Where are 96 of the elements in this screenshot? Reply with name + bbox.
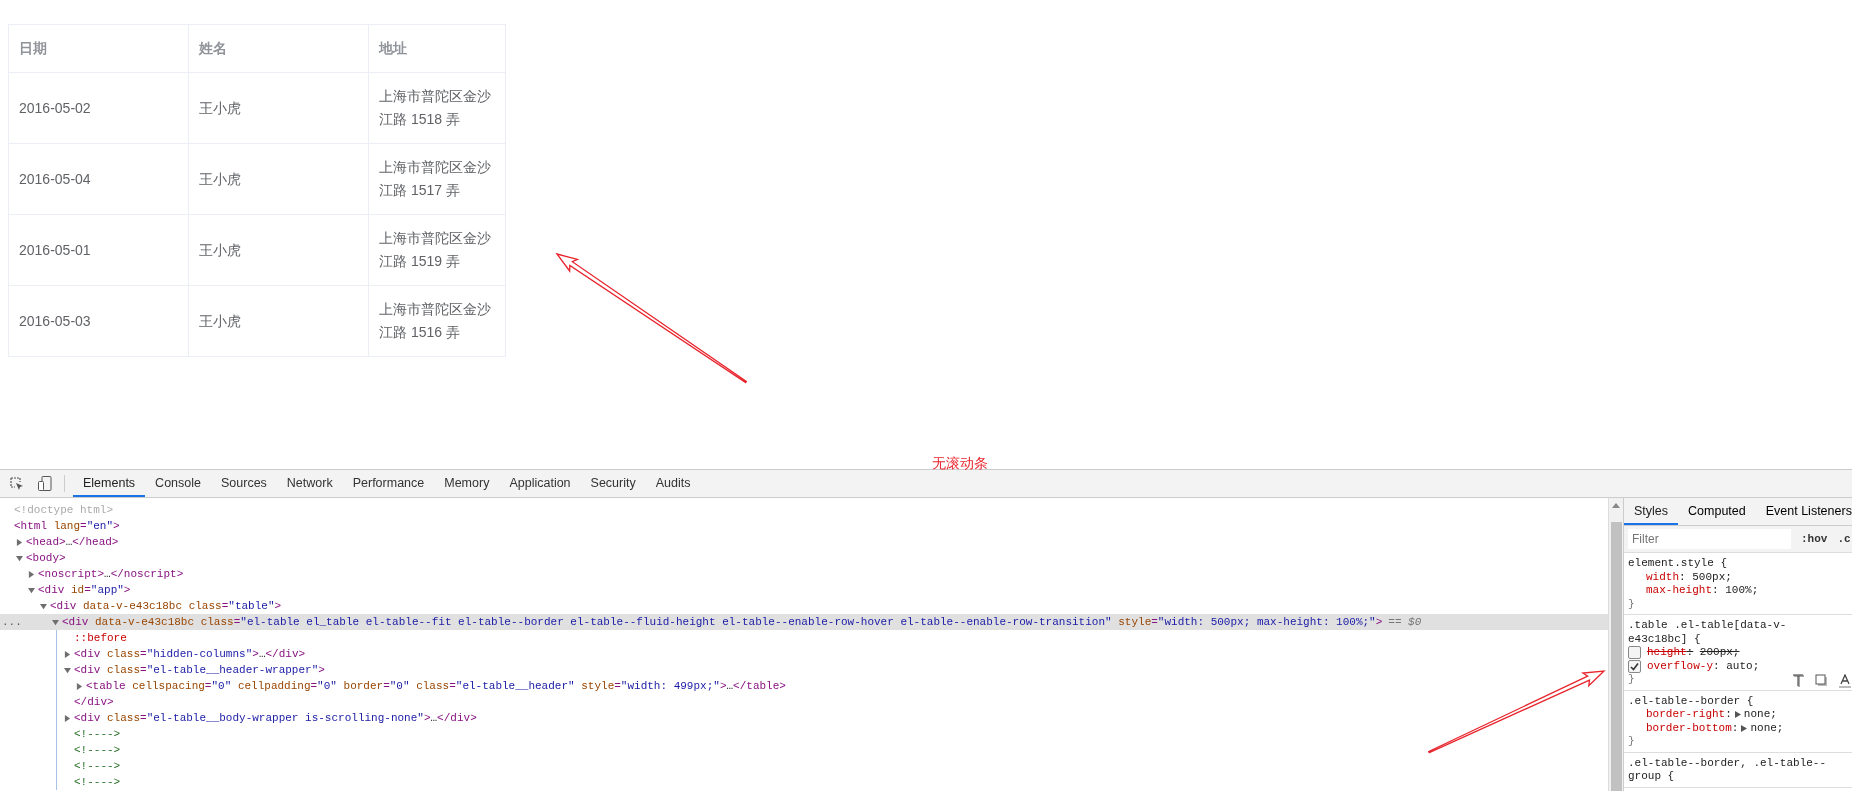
devtools-tab[interactable]: Security: [580, 470, 646, 497]
more-button[interactable]: ...: [2, 614, 22, 630]
checkbox[interactable]: [1628, 646, 1641, 660]
property-name: border-right: [1646, 708, 1726, 722]
property-colon: :: [1725, 708, 1732, 722]
expand-triangle-icon[interactable]: [76, 682, 83, 690]
table-cell: 上海市普陀区金沙江路 1518 弄: [368, 72, 506, 144]
column-header: 日期: [8, 24, 189, 73]
code-line: <div class="el-table__body-wrapper is-scrolling-none">…</div>: [74, 711, 477, 726]
expand-triangle-icon[interactable]: [16, 538, 23, 546]
table-cell: 2016-05-02: [8, 72, 189, 144]
checkbox[interactable]: [1628, 659, 1641, 673]
code-line: <!---->: [74, 727, 121, 742]
filter-field[interactable]: Filter: [1628, 529, 1791, 549]
scrollbar[interactable]: [1608, 498, 1623, 791]
code-line: <noscript>…</noscript>: [38, 567, 184, 582]
devtools-tab[interactable]: Audits: [645, 470, 701, 497]
styles-tab[interactable]: Event Listeners: [1755, 498, 1852, 525]
column-header: 姓名: [188, 24, 369, 73]
devtools-tab[interactable]: Network: [276, 470, 343, 497]
code-line: <div data-v-e43c18bc class="el-table el_table el-table--fit el-table--border el-table--fluid-height el-table--enable-row-hover el-table--enable-row-transition" style="width: 500px; max-height: 100%;">: [62, 615, 1383, 630]
text-color-icon[interactable]: [1838, 673, 1852, 688]
table-cell: 上海市普陀区金沙江路 1516 弄: [368, 285, 506, 357]
table-cell: 2016-05-01: [8, 214, 189, 286]
code-line: <!---->: [74, 775, 121, 790]
css-selector: element.style {: [1628, 557, 1729, 571]
table-cell: 上海市普陀区金沙江路 1519 弄: [368, 214, 506, 286]
property-value: 500px;: [1692, 570, 1732, 584]
closing-brace: }: [1628, 673, 1635, 685]
code-line: <body>: [26, 551, 66, 566]
collapse-triangle-icon[interactable]: [40, 602, 47, 610]
property-value: 100%;: [1725, 584, 1759, 598]
table-cell: 上海市普陀区金沙江路 1517 弄: [368, 143, 506, 215]
table-cell: 王小虎: [188, 285, 369, 357]
device-icon[interactable]: [38, 476, 52, 491]
collapse-triangle-icon[interactable]: [64, 666, 71, 674]
closing-brace: }: [1628, 735, 1635, 747]
expand-triangle-icon[interactable]: [64, 714, 71, 722]
code-line: ::before: [74, 631, 127, 646]
code-line: <div class="el-table__header-wrapper">: [74, 663, 325, 678]
styles-tab[interactable]: Computed: [1678, 498, 1756, 525]
property-value: auto;: [1726, 659, 1760, 673]
devtools-tab[interactable]: Performance: [342, 470, 435, 497]
property-colon: :: [1679, 570, 1686, 584]
property-colon: :: [1686, 646, 1694, 660]
collapse-triangle-icon[interactable]: [16, 554, 23, 562]
code-line: <div data-v-e43c18bc class="table">: [50, 599, 282, 614]
property-name: border-bottom: [1646, 721, 1732, 735]
expand-triangle-icon[interactable]: [64, 650, 71, 658]
box-shadow-icon[interactable]: [1815, 673, 1828, 687]
property-colon: :: [1713, 659, 1720, 673]
property-name: overflow-y: [1647, 659, 1713, 673]
code-line: </div>: [74, 695, 114, 710]
code-line: <!---->: [74, 759, 121, 774]
selected-marker: == $0: [1388, 615, 1422, 630]
closing-brace: }: [1628, 597, 1635, 610]
code-line: <div id="app">: [38, 583, 131, 598]
devtools-tab[interactable]: Sources: [211, 470, 277, 497]
property-value: none;: [1750, 721, 1784, 735]
scroll-up-icon[interactable]: [1612, 502, 1620, 508]
property-value: none;: [1743, 708, 1777, 722]
annotation-label: 无滚动条: [932, 455, 988, 473]
table-cell: 王小虎: [188, 143, 369, 215]
toolbar-button[interactable]: .c: [1837, 533, 1851, 545]
table-cell: 2016-05-04: [8, 143, 189, 215]
property-name: height: [1647, 646, 1687, 660]
css-selector: .el-table--border {: [1628, 694, 1755, 708]
code-line: <html lang="en">: [14, 519, 120, 534]
expand-triangle-icon[interactable]: [1741, 724, 1748, 732]
collapse-triangle-icon[interactable]: [52, 618, 59, 626]
css-selector: .el-table--border, .el-table--group {: [1628, 756, 1828, 784]
inspect-icon[interactable]: [10, 476, 24, 491]
property-colon: :: [1731, 721, 1739, 735]
expand-triangle-icon[interactable]: [28, 570, 35, 578]
devtools-tab[interactable]: Memory: [434, 470, 500, 497]
css-selector: .table .el-table[data-v-e43c18bc] {: [1628, 619, 1788, 646]
devtools-tab[interactable]: Application: [499, 470, 581, 497]
devtools-tab[interactable]: Console: [145, 470, 211, 497]
expand-triangle-icon[interactable]: [1734, 711, 1741, 719]
property-colon: :: [1712, 584, 1719, 598]
code-line: <table cellspacing="0" cellpadding="0" border="0" class="el-table__header" style="width: 499px;">…</table>: [86, 679, 786, 694]
property-value: 200px;: [1699, 646, 1740, 660]
code-line: <!doctype html>: [14, 503, 114, 518]
devtools-tab[interactable]: Elements: [73, 470, 146, 497]
property-name: max-height: [1646, 584, 1712, 598]
code-line: <head>…</head>: [26, 535, 119, 550]
code-line: <div class="hidden-columns">…</div>: [74, 647, 306, 662]
table-cell: 王小虎: [188, 72, 369, 144]
table-cell: 王小虎: [188, 214, 369, 286]
text-shadow-icon[interactable]: [1792, 673, 1805, 687]
column-header: 地址: [368, 24, 506, 73]
toolbar-button[interactable]: :hov: [1801, 533, 1828, 545]
property-name: width: [1646, 570, 1679, 584]
collapse-triangle-icon[interactable]: [28, 586, 35, 594]
code-line: <!---->: [74, 743, 121, 758]
table-cell: 2016-05-03: [8, 285, 189, 357]
